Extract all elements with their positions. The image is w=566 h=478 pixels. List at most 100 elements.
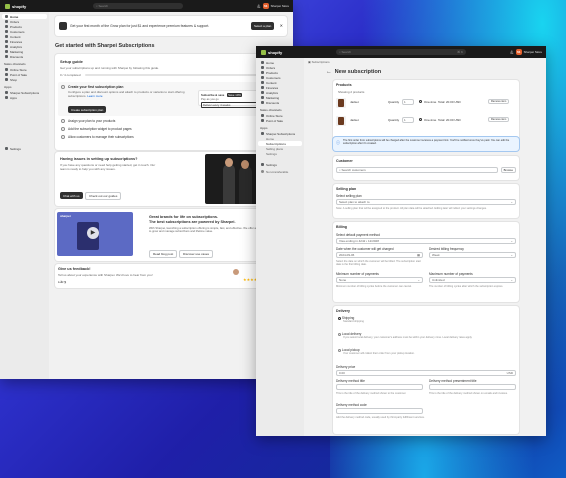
guides-button[interactable]: Check out our guides xyxy=(85,192,122,200)
step-checkbox-icon[interactable] xyxy=(61,127,65,131)
step-checkbox-icon[interactable] xyxy=(61,85,65,89)
page-title: ← New subscription xyxy=(326,69,382,75)
info-icon xyxy=(261,170,264,173)
remove-item-button[interactable]: Remove item xyxy=(488,117,510,122)
customer-search-input[interactable]: ⌕ Search customers xyxy=(336,167,498,173)
person-figure xyxy=(239,166,252,204)
shopify-logo[interactable]: shopify xyxy=(5,3,26,9)
setup-progress-text: 0 / 4 completed xyxy=(60,73,81,77)
sidebar-item-settings[interactable]: Settings xyxy=(258,162,302,167)
line-total: Total: 20.00 USD xyxy=(438,118,461,122)
analytics-icon xyxy=(261,91,264,94)
billing-date-input[interactable]: 2024-09-06 ▦ xyxy=(336,252,423,258)
billing-interval-label: Desired billing frequency xyxy=(429,247,464,251)
bell-icon[interactable]: 🔔︎ xyxy=(510,50,514,54)
sidebar-channels: Online Store Point of Sale xyxy=(256,113,304,123)
method-code-input[interactable] xyxy=(336,408,423,414)
store-menu[interactable]: 🔔︎ SS Sharpei Store xyxy=(257,3,289,9)
delivery-card: Delivery Shipping Standard shipping Local… xyxy=(333,306,519,434)
person-head xyxy=(225,158,233,167)
breadcrumb[interactable]: ▣ Subscriptions xyxy=(308,60,330,64)
quantity-label: Quantity xyxy=(388,118,400,122)
shopify-logo[interactable]: shopify xyxy=(261,49,282,55)
one-time-radio[interactable] xyxy=(419,118,422,121)
close-icon[interactable]: ✕ xyxy=(280,23,283,28)
store-avatar: SS xyxy=(515,49,522,55)
quantity-label: Quantity xyxy=(388,100,400,104)
search-input[interactable]: ⌕ Search ⌘ K xyxy=(336,49,466,55)
product-name: Jacket xyxy=(350,100,359,104)
select-plan-button[interactable]: Select a plan xyxy=(251,22,275,30)
one-time-radio[interactable] xyxy=(419,100,422,103)
sidebar-apps: Sharpei Subscriptions Apps xyxy=(0,90,49,100)
chat-button[interactable]: Chat with us xyxy=(60,192,83,199)
blog-post-button[interactable]: Read blog post xyxy=(149,250,178,258)
delivery-radio[interactable] xyxy=(338,348,341,352)
quantity-input[interactable]: 1 xyxy=(402,117,414,123)
marketing-icon xyxy=(5,50,8,53)
delivery-radio[interactable] xyxy=(338,332,341,336)
delivery-radio[interactable] xyxy=(338,316,341,320)
create-plan-button[interactable]: Create subscription plan xyxy=(68,106,107,113)
play-icon[interactable]: ▶ xyxy=(87,227,99,239)
info-banner: ⓘ The first order from subscriptions wil… xyxy=(333,137,519,151)
video-thumbnail[interactable]: sharpei ▶ xyxy=(57,212,133,256)
method-presentment-label: Delivery method presentment title xyxy=(429,379,477,383)
delivery-option[interactable]: Local pickup Your customer will collect t… xyxy=(338,348,514,355)
min-payments-select[interactable]: None ⌄ xyxy=(336,277,423,283)
avatar xyxy=(233,269,239,275)
payment-method-select[interactable]: Visa ending in 4242 • 12/2028 ⌄ xyxy=(336,238,516,244)
content-icon xyxy=(261,81,264,84)
back-arrow-icon[interactable]: ← xyxy=(326,69,332,75)
discounts-icon xyxy=(261,101,264,104)
method-title-label: Delivery method title xyxy=(336,379,365,383)
remove-item-button[interactable]: Remove item xyxy=(488,99,510,104)
step-checkbox-icon[interactable] xyxy=(61,119,65,123)
sidebar-item-apps[interactable]: Apps xyxy=(2,95,47,100)
billing-interval-select[interactable]: Week ⌄ xyxy=(429,252,516,258)
selling-plan-select[interactable]: Select plan to attach to ⌄ xyxy=(336,199,516,205)
setup-step[interactable]: Assign your plan to your products xyxy=(61,119,115,123)
pos-icon xyxy=(5,73,8,76)
shopify-bag-icon xyxy=(5,3,10,9)
line-total: Total: 20.00 USD xyxy=(438,100,461,104)
setup-step[interactable]: Add the subscription widget to product p… xyxy=(61,127,132,131)
step-checkbox-icon[interactable] xyxy=(61,135,65,139)
customer-title: Customer xyxy=(336,159,353,163)
sidebar-item-settings[interactable]: Settings xyxy=(2,146,24,151)
non-transferable-badge[interactable]: Non-transferable xyxy=(258,169,302,174)
method-code-hint: Add the delivery method code, usually us… xyxy=(336,416,425,419)
setup-step-active[interactable]: Create your first subscription plan Conf… xyxy=(58,82,284,116)
apps-icon xyxy=(5,96,8,99)
store-avatar: SS xyxy=(262,3,269,9)
thumbs-icons[interactable]: 👍︎👎︎ xyxy=(58,279,66,285)
product-thumbnail xyxy=(336,116,346,126)
delivery-option[interactable]: Shipping Standard shipping xyxy=(338,316,514,323)
browse-button[interactable]: Browse xyxy=(500,167,516,173)
learn-more-link[interactable]: Learn more xyxy=(87,94,102,98)
store-icon xyxy=(5,68,8,71)
step-description: Configure a plan and discount options an… xyxy=(68,90,185,98)
method-code-label: Delivery method code xyxy=(336,403,367,407)
search-input[interactable]: ⌕ Search xyxy=(93,3,183,9)
bell-icon[interactable]: 🔔︎ xyxy=(257,4,261,8)
quantity-input[interactable]: 1 xyxy=(402,99,414,105)
store-menu[interactable]: 🔔︎ SS Sharpei Store xyxy=(510,49,542,55)
person-figure xyxy=(223,164,235,204)
use-cases-button[interactable]: Discover use cases xyxy=(179,250,214,258)
method-title-input[interactable] xyxy=(336,384,423,390)
delivery-price-label: Delivery price xyxy=(336,365,356,369)
help-card: Having issues in setting up subscription… xyxy=(55,152,287,206)
method-presentment-input[interactable] xyxy=(429,384,516,390)
apps-heading: Apps xyxy=(260,126,268,130)
product-name: Jacket xyxy=(350,118,359,122)
app-icon xyxy=(261,132,264,135)
orders-icon xyxy=(5,20,8,23)
sales-channels-heading: Sales channels xyxy=(4,62,26,66)
setup-step[interactable]: Allow customers to manage their subscrip… xyxy=(61,135,134,139)
sales-channels-heading: Sales channels xyxy=(260,108,282,112)
delivery-option[interactable]: Local delivery If you select local delive… xyxy=(338,332,514,339)
sidebar-nav: Home Orders Products Customers Content Financ… xyxy=(256,60,304,105)
delivery-price-input[interactable]: 0.00 USD xyxy=(336,370,516,376)
max-payments-select[interactable]: Unlimited ⌄ xyxy=(429,277,516,283)
